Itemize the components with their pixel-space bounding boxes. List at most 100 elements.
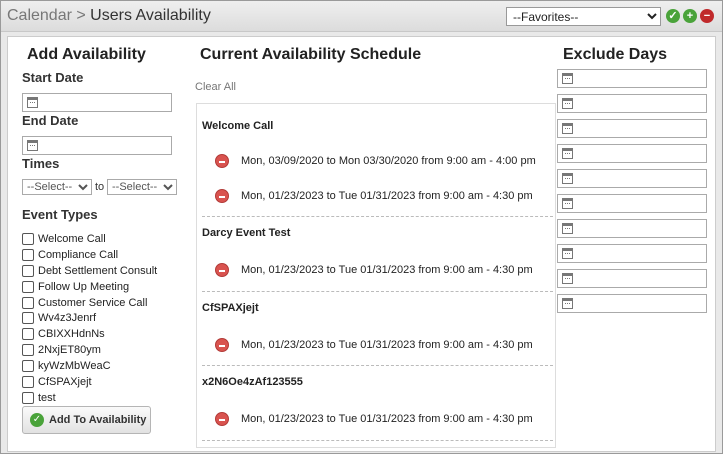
event-type-item[interactable]: kyWzMbWeaC	[22, 358, 157, 374]
group-divider	[202, 365, 553, 366]
breadcrumb-separator: >	[71, 7, 91, 24]
group-divider	[202, 291, 553, 292]
event-type-checkbox[interactable]	[22, 248, 34, 261]
add-to-availability-button[interactable]: ✓ Add To Availability	[22, 406, 151, 434]
page-title: Users Availability	[90, 7, 211, 24]
schedule-group-title: Darcy Event Test	[202, 227, 291, 239]
remove-icon[interactable]	[215, 263, 229, 277]
group-divider	[202, 216, 553, 217]
exclude-day-input[interactable]	[557, 244, 707, 263]
exclude-day-input[interactable]	[557, 169, 707, 188]
schedule-entry-text: Mon, 03/09/2020 to Mon 03/30/2020 from 9…	[241, 155, 536, 167]
exclude-day-input[interactable]	[557, 94, 707, 113]
event-type-label: Customer Service Call	[38, 296, 148, 309]
schedule-list: Welcome Call Mon, 03/09/2020 to Mon 03/3…	[196, 103, 556, 448]
exclude-day-input[interactable]	[557, 144, 707, 163]
calendar-icon[interactable]	[562, 198, 573, 209]
availability-panel: Add Availability Start Date End Date Tim…	[7, 36, 716, 452]
event-type-checkbox[interactable]	[22, 391, 34, 404]
event-type-item[interactable]: Wv4z3Jenrf	[22, 310, 157, 326]
schedule-entry-text: Mon, 01/23/2023 to Tue 01/31/2023 from 9…	[241, 413, 533, 425]
exclude-day-input[interactable]	[557, 69, 707, 88]
calendar-icon[interactable]	[562, 123, 573, 134]
schedule-group-title: x2N6Oe4zAf123555	[202, 376, 303, 388]
event-type-checkbox[interactable]	[22, 264, 34, 277]
calendar-icon[interactable]	[27, 140, 38, 151]
group-divider	[202, 440, 553, 441]
calendar-icon[interactable]	[562, 248, 573, 259]
app-window: Calendar > Users Availability --Favorite…	[0, 0, 723, 454]
event-type-item[interactable]: Follow Up Meeting	[22, 279, 157, 295]
calendar-icon[interactable]	[27, 97, 38, 108]
event-type-checkbox[interactable]	[22, 312, 34, 325]
schedule-entry-text: Mon, 01/23/2023 to Tue 01/31/2023 from 9…	[241, 264, 533, 276]
schedule-entry: Mon, 01/23/2023 to Tue 01/31/2023 from 9…	[215, 263, 533, 277]
calendar-icon[interactable]	[562, 148, 573, 159]
check-circle-icon[interactable]: ✓	[666, 9, 680, 23]
favorites-select[interactable]: --Favorites--	[506, 7, 661, 26]
start-date-input[interactable]	[22, 93, 172, 112]
event-types-label: Event Types	[22, 207, 98, 222]
to-label: to	[95, 181, 105, 193]
event-type-label: 2NxjET80ym	[38, 344, 101, 357]
time-from-select[interactable]: --Select--	[22, 179, 92, 195]
event-type-label: CfSPAXjejt	[38, 375, 92, 388]
schedule-entry-text: Mon, 01/23/2023 to Tue 01/31/2023 from 9…	[241, 339, 533, 351]
calendar-icon[interactable]	[562, 298, 573, 309]
event-types-list: Welcome Call Compliance Call Debt Settle…	[22, 231, 157, 406]
breadcrumb: Calendar > Users Availability	[7, 7, 211, 25]
event-type-item[interactable]: CBIXXHdnNs	[22, 326, 157, 342]
event-type-item[interactable]: test	[22, 390, 157, 406]
calendar-icon[interactable]	[562, 273, 573, 284]
event-type-item[interactable]: Welcome Call	[22, 231, 157, 247]
end-date-input[interactable]	[22, 136, 172, 155]
event-type-checkbox[interactable]	[22, 360, 34, 373]
plus-circle-icon[interactable]: +	[683, 9, 697, 23]
schedule-entry: Mon, 01/23/2023 to Tue 01/31/2023 from 9…	[215, 412, 533, 426]
clear-all-link[interactable]: Clear All	[195, 81, 236, 93]
calendar-icon[interactable]	[562, 173, 573, 184]
event-type-checkbox[interactable]	[22, 328, 34, 341]
remove-icon[interactable]	[215, 154, 229, 168]
event-type-checkbox[interactable]	[22, 375, 34, 388]
event-type-item[interactable]: CfSPAXjejt	[22, 374, 157, 390]
time-to-select[interactable]: --Select--	[107, 179, 177, 195]
event-type-item[interactable]: Debt Settlement Consult	[22, 263, 157, 279]
schedule-entry: Mon, 01/23/2023 to Tue 01/31/2023 from 9…	[215, 338, 533, 352]
remove-icon[interactable]	[215, 338, 229, 352]
event-type-item[interactable]: 2NxjET80ym	[22, 342, 157, 358]
schedule-entry: Mon, 03/09/2020 to Mon 03/30/2020 from 9…	[215, 154, 536, 168]
header-bar: Calendar > Users Availability --Favorite…	[1, 1, 722, 32]
add-to-availability-label: Add To Availability	[49, 414, 147, 426]
exclude-day-input[interactable]	[557, 294, 707, 313]
calendar-icon[interactable]	[562, 223, 573, 234]
calendar-icon[interactable]	[562, 73, 573, 84]
remove-icon[interactable]	[215, 412, 229, 426]
schedule-entry-text: Mon, 01/23/2023 to Tue 01/31/2023 from 9…	[241, 190, 533, 202]
event-type-item[interactable]: Compliance Call	[22, 247, 157, 263]
event-type-label: Debt Settlement Consult	[38, 264, 158, 277]
event-type-checkbox[interactable]	[22, 344, 34, 357]
remove-icon[interactable]	[215, 189, 229, 203]
event-type-label: kyWzMbWeaC	[38, 360, 111, 373]
start-date-label: Start Date	[22, 70, 84, 85]
breadcrumb-parent[interactable]: Calendar	[7, 7, 72, 24]
exclude-day-input[interactable]	[557, 219, 707, 238]
event-type-label: Wv4z3Jenrf	[38, 312, 97, 325]
event-type-checkbox[interactable]	[22, 232, 34, 245]
event-type-label: Follow Up Meeting	[38, 280, 130, 293]
event-type-label: test	[38, 391, 56, 404]
exclude-day-input[interactable]	[557, 119, 707, 138]
exclude-day-input[interactable]	[557, 194, 707, 213]
event-type-checkbox[interactable]	[22, 280, 34, 293]
event-type-checkbox[interactable]	[22, 296, 34, 309]
schedule-group-title: Welcome Call	[202, 120, 274, 132]
event-type-item[interactable]: Customer Service Call	[22, 295, 157, 311]
exclude-day-input[interactable]	[557, 269, 707, 288]
minus-circle-icon[interactable]: −	[700, 9, 714, 23]
times-label: Times	[22, 156, 60, 171]
event-type-label: Compliance Call	[38, 248, 119, 261]
add-availability-title: Add Availability	[27, 46, 146, 63]
schedule-title: Current Availability Schedule	[200, 46, 422, 63]
calendar-icon[interactable]	[562, 98, 573, 109]
